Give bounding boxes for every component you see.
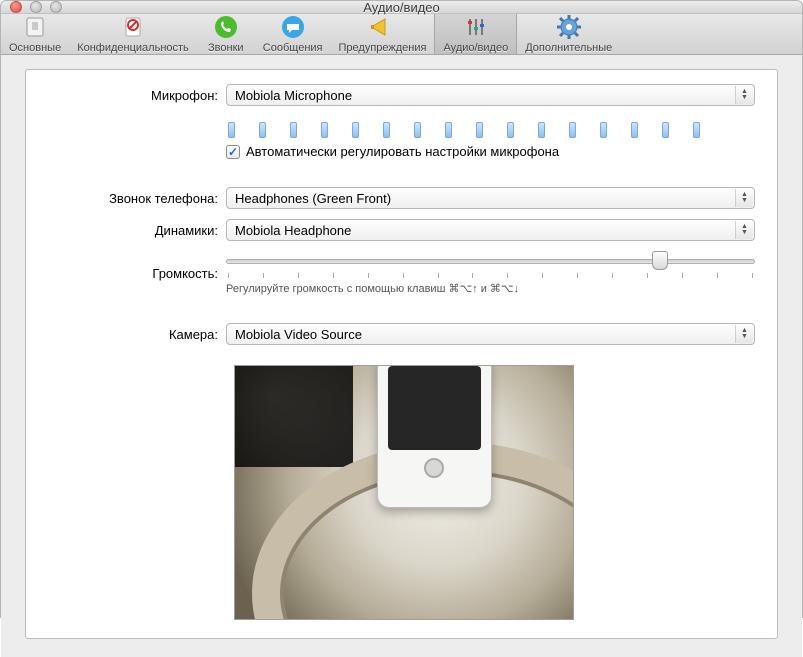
toolbar: Основные Конфиденциальность Звонки Сообщ… (1, 14, 802, 55)
toolbar-label: Предупреждения (339, 42, 427, 54)
gear-icon (556, 14, 582, 40)
camera-value: Mobiola Video Source (235, 327, 362, 342)
toolbar-alerts[interactable]: Предупреждения (331, 14, 435, 54)
microphone-value: Mobiola Microphone (235, 88, 352, 103)
phone-icon (213, 14, 239, 40)
camera-preview (234, 365, 574, 620)
chevron-updown-icon: ▲▼ (735, 221, 753, 239)
chevron-updown-icon: ▲▼ (735, 86, 753, 104)
microphone-select[interactable]: Mobiola Microphone ▲▼ (226, 84, 755, 106)
settings-panel: Микрофон: Mobiola Microphone ▲▼ (25, 69, 778, 639)
titlebar: Аудио/видео (1, 1, 802, 14)
toolbar-label: Дополнительные (525, 42, 612, 54)
privacy-icon (120, 14, 146, 40)
volume-hint: Регулируйте громкость с помощью клавиш ⌘… (226, 282, 755, 295)
close-button[interactable] (10, 1, 22, 13)
general-icon (22, 14, 48, 40)
toolbar-calls[interactable]: Звонки (197, 14, 255, 54)
auto-mic-checkbox[interactable] (226, 145, 240, 159)
window-title: Аудио/видео (1, 0, 802, 15)
toolbar-label: Сообщения (263, 42, 323, 54)
chevron-updown-icon: ▲▼ (735, 189, 753, 207)
camera-label: Камера: (48, 327, 226, 342)
zoom-button[interactable] (50, 1, 62, 13)
speakers-label: Динамики: (48, 223, 226, 238)
minimize-button[interactable] (30, 1, 42, 13)
mic-level-meter (226, 116, 755, 140)
toolbar-label: Аудио/видео (443, 42, 508, 54)
toolbar-label: Конфиденциальность (77, 42, 189, 54)
speakers-value: Mobiola Headphone (235, 223, 351, 238)
toolbar-audio-video[interactable]: Аудио/видео (434, 14, 517, 54)
volume-label: Громкость: (48, 266, 226, 281)
sliders-icon (463, 14, 489, 40)
toolbar-privacy[interactable]: Конфиденциальность (69, 14, 197, 54)
auto-mic-label: Автоматически регулировать настройки мик… (246, 144, 559, 159)
preferences-window: Аудио/видео Основные Конфиденциальность … (0, 0, 803, 618)
volume-slider[interactable] (226, 251, 755, 271)
chevron-updown-icon: ▲▼ (735, 325, 753, 343)
microphone-label: Микрофон: (48, 88, 226, 103)
ringer-value: Headphones (Green Front) (235, 191, 391, 206)
toolbar-general[interactable]: Основные (1, 14, 69, 54)
toolbar-messages[interactable]: Сообщения (255, 14, 331, 54)
toolbar-label: Звонки (208, 42, 244, 54)
ringer-label: Звонок телефона: (48, 191, 226, 206)
traffic-lights (10, 1, 62, 13)
content-area: Микрофон: Mobiola Microphone ▲▼ (1, 55, 802, 657)
ringer-select[interactable]: Headphones (Green Front) ▲▼ (226, 187, 755, 209)
chat-icon (280, 14, 306, 40)
camera-select[interactable]: Mobiola Video Source ▲▼ (226, 323, 755, 345)
slider-ticks (226, 273, 755, 278)
megaphone-icon (369, 14, 395, 40)
speakers-select[interactable]: Mobiola Headphone ▲▼ (226, 219, 755, 241)
toolbar-label: Основные (9, 42, 61, 54)
volume-slider-knob[interactable] (652, 251, 668, 270)
toolbar-advanced[interactable]: Дополнительные (517, 14, 620, 54)
